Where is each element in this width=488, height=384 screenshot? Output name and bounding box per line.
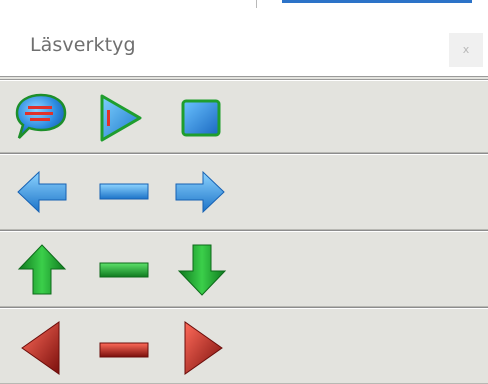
center-horizontal-button[interactable] bbox=[94, 162, 154, 222]
arrow-up-icon bbox=[17, 244, 67, 295]
toolbar-horizontal-nav bbox=[0, 153, 488, 230]
toolbar-vertical-nav bbox=[0, 230, 488, 307]
speak-button[interactable] bbox=[10, 88, 70, 148]
window-title: Läsverktyg bbox=[30, 34, 136, 56]
red-center-button[interactable] bbox=[94, 316, 154, 376]
red-next-button[interactable] bbox=[172, 316, 232, 376]
play-button[interactable] bbox=[88, 88, 148, 148]
play-icon bbox=[100, 94, 142, 142]
arrow-right-icon bbox=[184, 321, 223, 375]
center-vertical-button[interactable] bbox=[94, 239, 154, 299]
toolbar-red-nav bbox=[0, 307, 488, 384]
up-button[interactable] bbox=[12, 239, 72, 299]
dash-icon bbox=[99, 342, 149, 358]
arrow-down-icon bbox=[177, 244, 227, 296]
arrow-right-icon bbox=[175, 170, 225, 214]
previous-button[interactable] bbox=[12, 162, 72, 222]
dash-icon bbox=[99, 183, 149, 200]
next-button[interactable] bbox=[170, 162, 230, 222]
dash-icon bbox=[99, 262, 149, 278]
title-bar: Läsverktyg x bbox=[0, 14, 488, 76]
tab-divider bbox=[256, 0, 257, 8]
top-strip bbox=[0, 0, 488, 14]
close-button[interactable]: x bbox=[449, 33, 483, 67]
stop-button[interactable] bbox=[172, 88, 232, 148]
speech-bubble-icon bbox=[15, 93, 67, 139]
stop-icon bbox=[181, 99, 221, 137]
arrow-left-icon bbox=[21, 321, 60, 375]
arrow-left-icon bbox=[17, 170, 67, 214]
active-tab-indicator bbox=[282, 0, 472, 3]
down-button[interactable] bbox=[172, 239, 232, 299]
red-previous-button[interactable] bbox=[12, 316, 72, 376]
toolbar-playback bbox=[0, 76, 488, 153]
